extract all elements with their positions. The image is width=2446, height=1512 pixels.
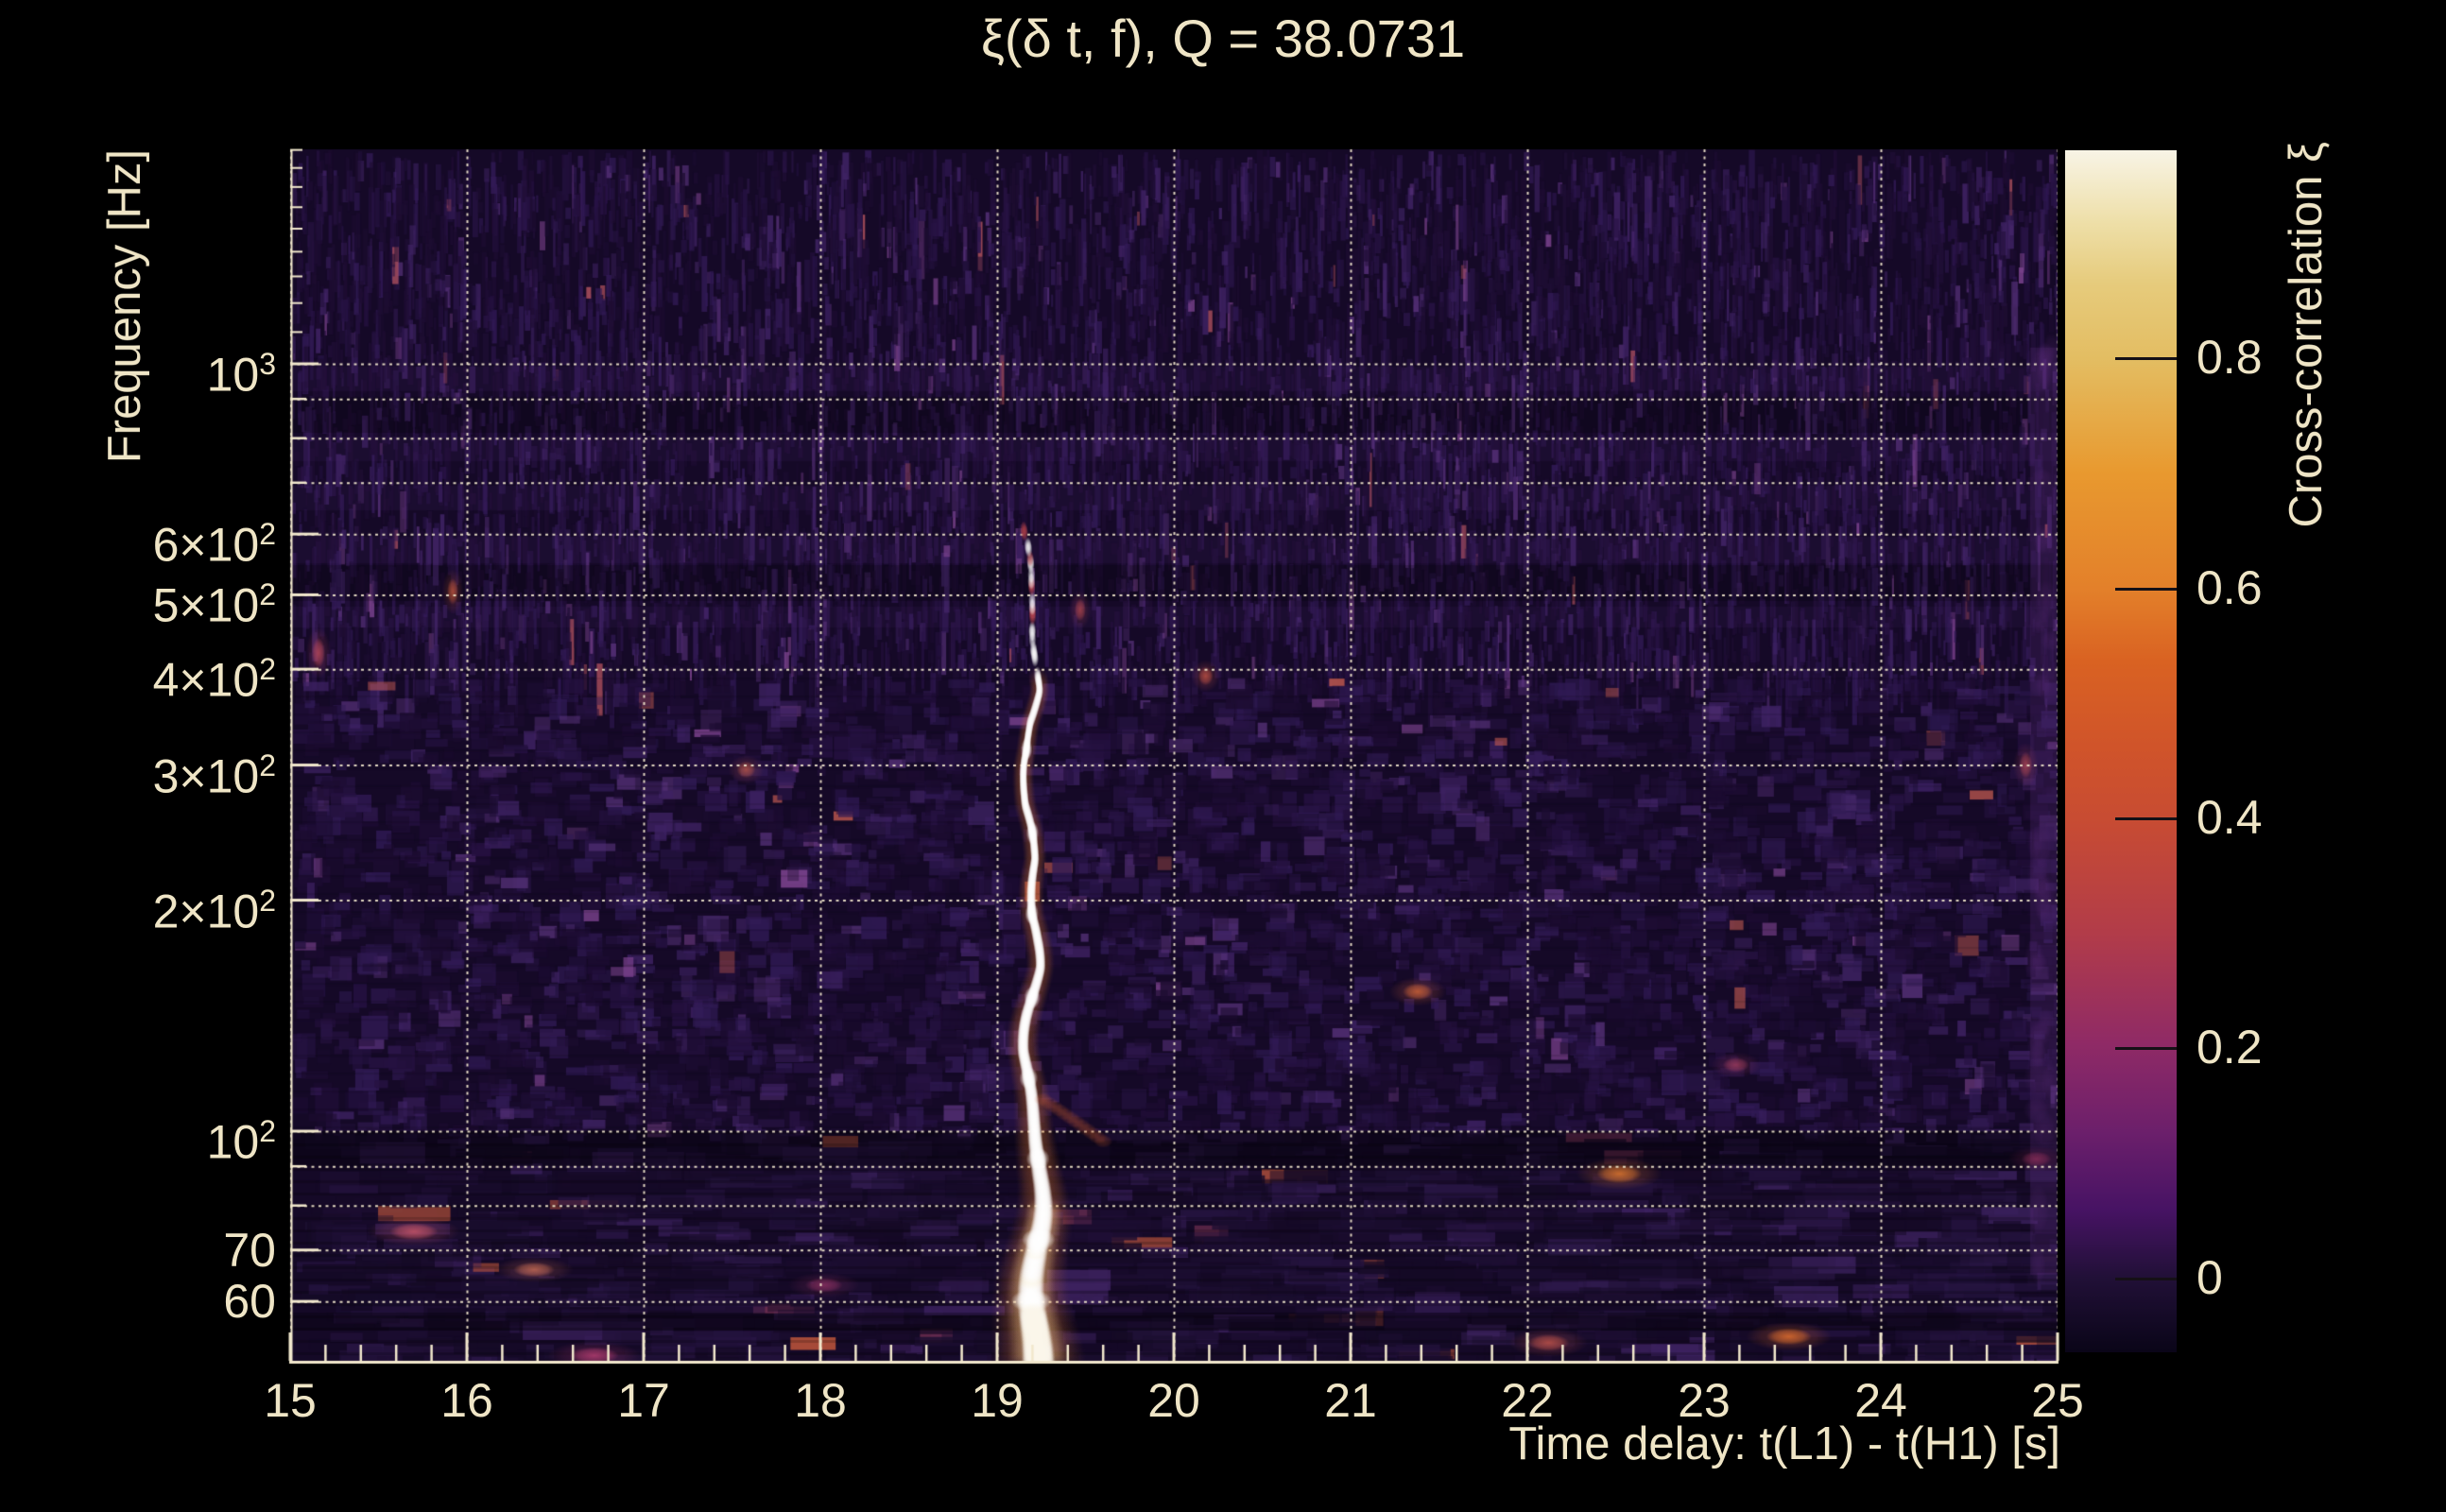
x-tick-label: 18 bbox=[794, 1374, 847, 1427]
colorbar-tick-mark bbox=[2115, 1277, 2177, 1280]
y-axis-title: Frequency [Hz] bbox=[99, 149, 150, 464]
colorbar-tick-label: 0 bbox=[2196, 1250, 2223, 1304]
x-tick-label: 22 bbox=[1501, 1374, 1554, 1427]
x-tick-label: 16 bbox=[440, 1374, 493, 1427]
x-tick-label: 25 bbox=[2031, 1374, 2084, 1427]
colorbar bbox=[2065, 150, 2177, 1352]
y-tick-label: 60 bbox=[223, 1275, 276, 1329]
x-tick-label: 17 bbox=[617, 1374, 670, 1427]
colorbar-tick-mark bbox=[2115, 816, 2177, 820]
x-tick-label: 20 bbox=[1147, 1374, 1200, 1427]
colorbar-tick-mark bbox=[2115, 357, 2177, 361]
colorbar-tick-label: 0.4 bbox=[2196, 790, 2263, 844]
colorbar-tick-label: 0.8 bbox=[2196, 331, 2263, 385]
colorbar-tick-mark bbox=[2115, 1047, 2177, 1051]
x-tick-label: 24 bbox=[1854, 1374, 1907, 1427]
y-tick-label: 102 bbox=[206, 1114, 276, 1169]
x-tick-label: 23 bbox=[1678, 1374, 1731, 1427]
colorbar-title: Cross-correlation ξ bbox=[2281, 142, 2332, 528]
colorbar-tick-label: 0.2 bbox=[2196, 1021, 2263, 1074]
x-tick-label: 21 bbox=[1324, 1374, 1377, 1427]
plot-title: ξ(δ t, f), Q = 38.0731 bbox=[980, 9, 1466, 68]
figure: ξ(δ t, f), Q = 38.0731 Frequency [Hz] Ti… bbox=[0, 0, 2446, 1512]
x-tick-label: 15 bbox=[264, 1374, 317, 1427]
colorbar-tick-label: 0.6 bbox=[2196, 560, 2263, 614]
x-tick-label: 19 bbox=[971, 1374, 1024, 1427]
y-tick-label: 2×102 bbox=[152, 883, 276, 938]
y-tick-label: 4×102 bbox=[152, 652, 276, 707]
y-tick-label: 3×102 bbox=[152, 747, 276, 803]
colorbar-tick-mark bbox=[2115, 587, 2177, 591]
y-tick-label: 5×102 bbox=[152, 577, 276, 633]
y-tick-label: 103 bbox=[206, 347, 276, 402]
